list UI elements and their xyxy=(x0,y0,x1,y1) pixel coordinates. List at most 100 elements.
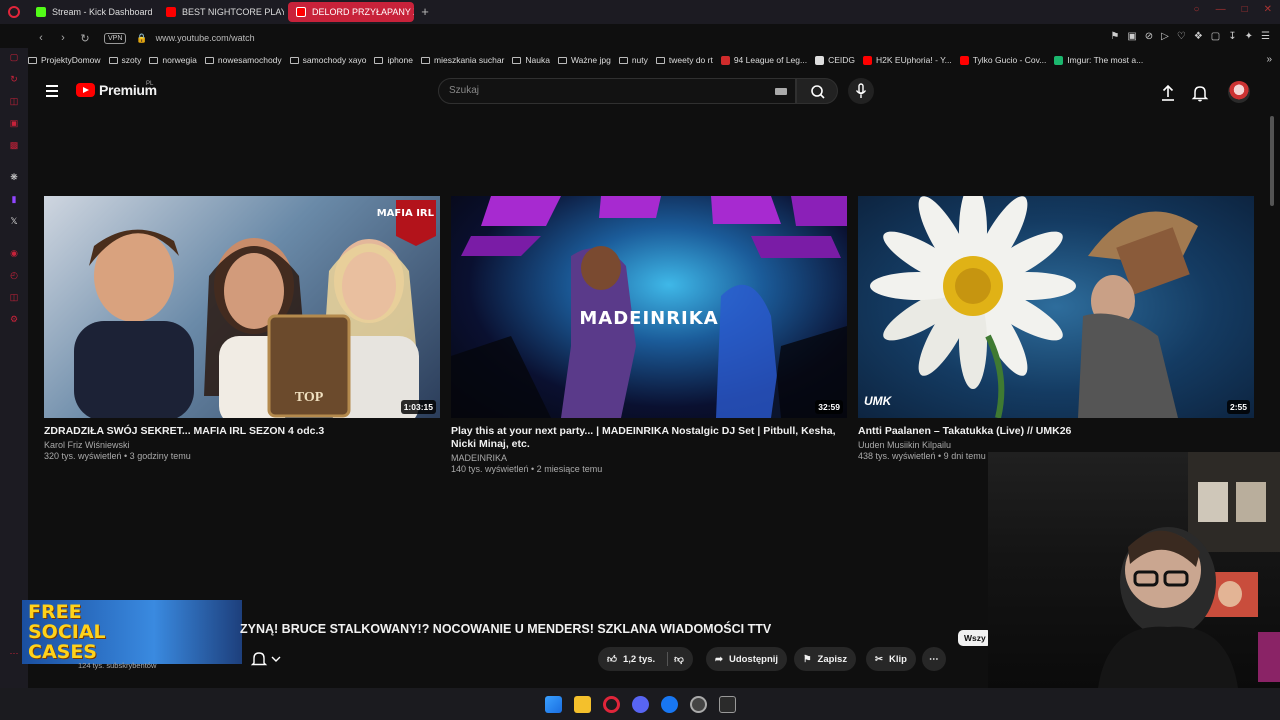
bookmark-folder[interactable]: tweety do rt xyxy=(655,55,713,65)
bookmark-folder[interactable]: norwegia xyxy=(149,55,197,65)
video-thumbnail[interactable]: UMK 2:55 xyxy=(858,196,1254,418)
video-card[interactable]: MADEINRIKA 32:59 Play this at your next … xyxy=(451,196,847,474)
clip-button[interactable]: ✂ Klip xyxy=(866,647,916,671)
bookmark-folder[interactable]: Ważne jpg xyxy=(557,55,611,65)
channel-name[interactable]: MADEINRIKA xyxy=(451,453,847,463)
account-avatar[interactable] xyxy=(1228,81,1250,103)
video-card[interactable]: TOP MAFIA IRL 1:03:15 ZDRADZIŁA SWÓJ SEK… xyxy=(44,196,440,461)
bookmark-link[interactable]: Tylko Gucio - Cov... xyxy=(959,55,1046,65)
app-icon[interactable] xyxy=(689,695,707,713)
search-input[interactable]: Szukaj xyxy=(438,78,796,104)
youtube-premium-logo[interactable]: Premium xyxy=(76,82,157,98)
subscription-bell-button[interactable] xyxy=(246,648,296,670)
bookmark-label: Ważne jpg xyxy=(570,55,611,65)
thumbs-down-icon[interactable]: 👎︎ xyxy=(674,653,684,665)
channel-name[interactable]: Uuden Musiikin Kilpailu xyxy=(858,440,1254,450)
snapshot-icon[interactable]: ▣ xyxy=(1127,31,1136,42)
settings-icon[interactable]: ⚙ xyxy=(8,314,20,324)
terminal-icon[interactable] xyxy=(718,695,736,713)
keyboard-icon[interactable] xyxy=(775,88,787,95)
history-icon[interactable]: ◴ xyxy=(8,270,20,280)
channel-name[interactable]: Karol Friz Wiśniewski xyxy=(44,440,440,450)
maximize-icon[interactable]: □ xyxy=(1242,4,1248,15)
video-title[interactable]: Antti Paalanen – Takatukka (Live) // UMK… xyxy=(858,425,1254,438)
bookmark-label: nowesamochody xyxy=(217,55,282,65)
adblock-icon[interactable]: ⊘ xyxy=(1145,31,1153,42)
player-icon[interactable]: ▷ xyxy=(1161,31,1169,42)
aria-icon[interactable]: ↻ xyxy=(8,74,20,84)
like-button[interactable]: 👍︎ 1,2 tys. 👎︎ xyxy=(598,647,693,671)
windows-start-icon[interactable] xyxy=(544,695,562,713)
search-tabs-icon[interactable]: ○ xyxy=(1194,4,1200,15)
create-button[interactable] xyxy=(1158,83,1178,103)
save-button[interactable]: ⚑ Zapisz xyxy=(794,647,857,671)
page-scrollbar[interactable] xyxy=(1270,76,1276,216)
bookmark-folder[interactable]: samochody xayo xyxy=(289,55,366,65)
more-actions-button[interactable]: ⋯ xyxy=(922,647,946,671)
bookmark-folder[interactable]: nuty xyxy=(618,55,648,65)
bookmark-icon[interactable]: ⚑ xyxy=(1110,31,1119,42)
video-title[interactable]: Play this at your next party... | MADEIN… xyxy=(451,425,847,451)
tabs-icon[interactable]: ▩ xyxy=(8,140,20,150)
video-thumbnail[interactable]: MADEINRIKA 32:59 xyxy=(451,196,847,418)
back-icon[interactable]: ‹ xyxy=(32,32,50,44)
discord-icon[interactable] xyxy=(631,695,649,713)
twitch-icon[interactable]: ▮ xyxy=(8,194,20,204)
youtube-icon xyxy=(296,7,306,17)
video-thumbnail[interactable]: TOP MAFIA IRL 1:03:15 xyxy=(44,196,440,418)
heart-icon[interactable]: ♡ xyxy=(1177,31,1186,42)
facebook-icon[interactable] xyxy=(660,695,678,713)
bookmark-folder[interactable]: szoty xyxy=(108,55,141,65)
notifications-button[interactable] xyxy=(1190,83,1210,103)
search-button[interactable] xyxy=(796,78,838,104)
minimize-icon[interactable]: — xyxy=(1216,4,1226,15)
extensions-icon[interactable]: ❖ xyxy=(1194,31,1203,42)
reload-icon[interactable]: ↻ xyxy=(76,32,94,45)
file-explorer-icon[interactable] xyxy=(573,695,591,713)
chatgpt-icon[interactable]: ❋ xyxy=(8,172,20,182)
menu-icon[interactable]: ☰ xyxy=(1261,31,1270,42)
bookmarks-more-icon[interactable]: » xyxy=(1266,54,1272,65)
lock-icon[interactable]: 🔒 xyxy=(136,33,147,44)
bookmark-link[interactable]: Imgur: The most a... xyxy=(1054,55,1143,65)
bookmark-link[interactable]: CEIDG xyxy=(815,55,855,65)
bookmark-link[interactable]: H2K EUphoria! - Y... xyxy=(863,55,952,65)
opera-logo-icon[interactable] xyxy=(0,0,28,24)
downloads-icon[interactable]: ◫ xyxy=(8,292,20,302)
tab-kick-dashboard[interactable]: Stream - Kick Dashboard xyxy=(28,2,154,22)
ai-icon[interactable]: ✦ xyxy=(1245,31,1253,42)
youtube-play-icon xyxy=(76,83,95,97)
share-button[interactable]: ➦ Udostępnij xyxy=(706,647,788,671)
folder-icon xyxy=(618,56,628,64)
tab-delord-active[interactable]: DELORD PRZYŁAPANY Z xyxy=(288,2,414,22)
ceidg-icon xyxy=(815,55,825,65)
video-card[interactable]: UMK 2:55 Antti Paalanen – Takatukka (Liv… xyxy=(858,196,1254,461)
speed-dial-icon[interactable]: ▢ xyxy=(8,52,20,62)
folder-icon xyxy=(149,56,159,64)
url-field[interactable]: www.youtube.com/watch xyxy=(156,33,255,43)
x-twitter-icon[interactable]: 𝕏 xyxy=(8,216,20,226)
video-title[interactable]: ZDRADZIŁA SWÓJ SEKRET... MAFIA IRL SEZON… xyxy=(44,425,440,438)
new-tab-button[interactable]: + xyxy=(418,5,432,19)
messenger-icon[interactable]: ▣ xyxy=(8,118,20,128)
bookmark-folder[interactable]: ProjektyDomow xyxy=(28,55,101,65)
bookmark-link[interactable]: 94 League of Leg... xyxy=(720,55,807,65)
voice-search-button[interactable] xyxy=(848,78,874,104)
bookmark-folder[interactable]: mieszkania suchar xyxy=(421,55,504,65)
tab-nightcore-playlist[interactable]: BEST NIGHTCORE PLAYLI xyxy=(158,2,284,22)
bookmark-folder[interactable]: iphone xyxy=(374,55,413,65)
close-icon[interactable]: ✕ xyxy=(1264,4,1272,15)
bag-icon[interactable]: ◫ xyxy=(8,96,20,106)
download-icon[interactable]: ↧ xyxy=(1228,31,1236,42)
scrollbar-thumb[interactable] xyxy=(1270,116,1274,206)
player-icon[interactable]: ◉ xyxy=(8,248,20,258)
vpn-badge[interactable]: VPN xyxy=(104,32,127,44)
hamburger-menu-icon[interactable] xyxy=(46,85,58,97)
filter-chip-all[interactable]: Wszy xyxy=(958,630,992,646)
wallet-icon[interactable]: ▢ xyxy=(1211,31,1220,42)
opera-gx-icon[interactable] xyxy=(602,695,620,713)
more-icon[interactable]: ⋯ xyxy=(8,648,20,658)
bookmark-folder[interactable]: nowesamochody xyxy=(204,55,282,65)
forward-icon[interactable]: › xyxy=(54,32,72,44)
bookmark-folder[interactable]: Nauka xyxy=(512,55,550,65)
